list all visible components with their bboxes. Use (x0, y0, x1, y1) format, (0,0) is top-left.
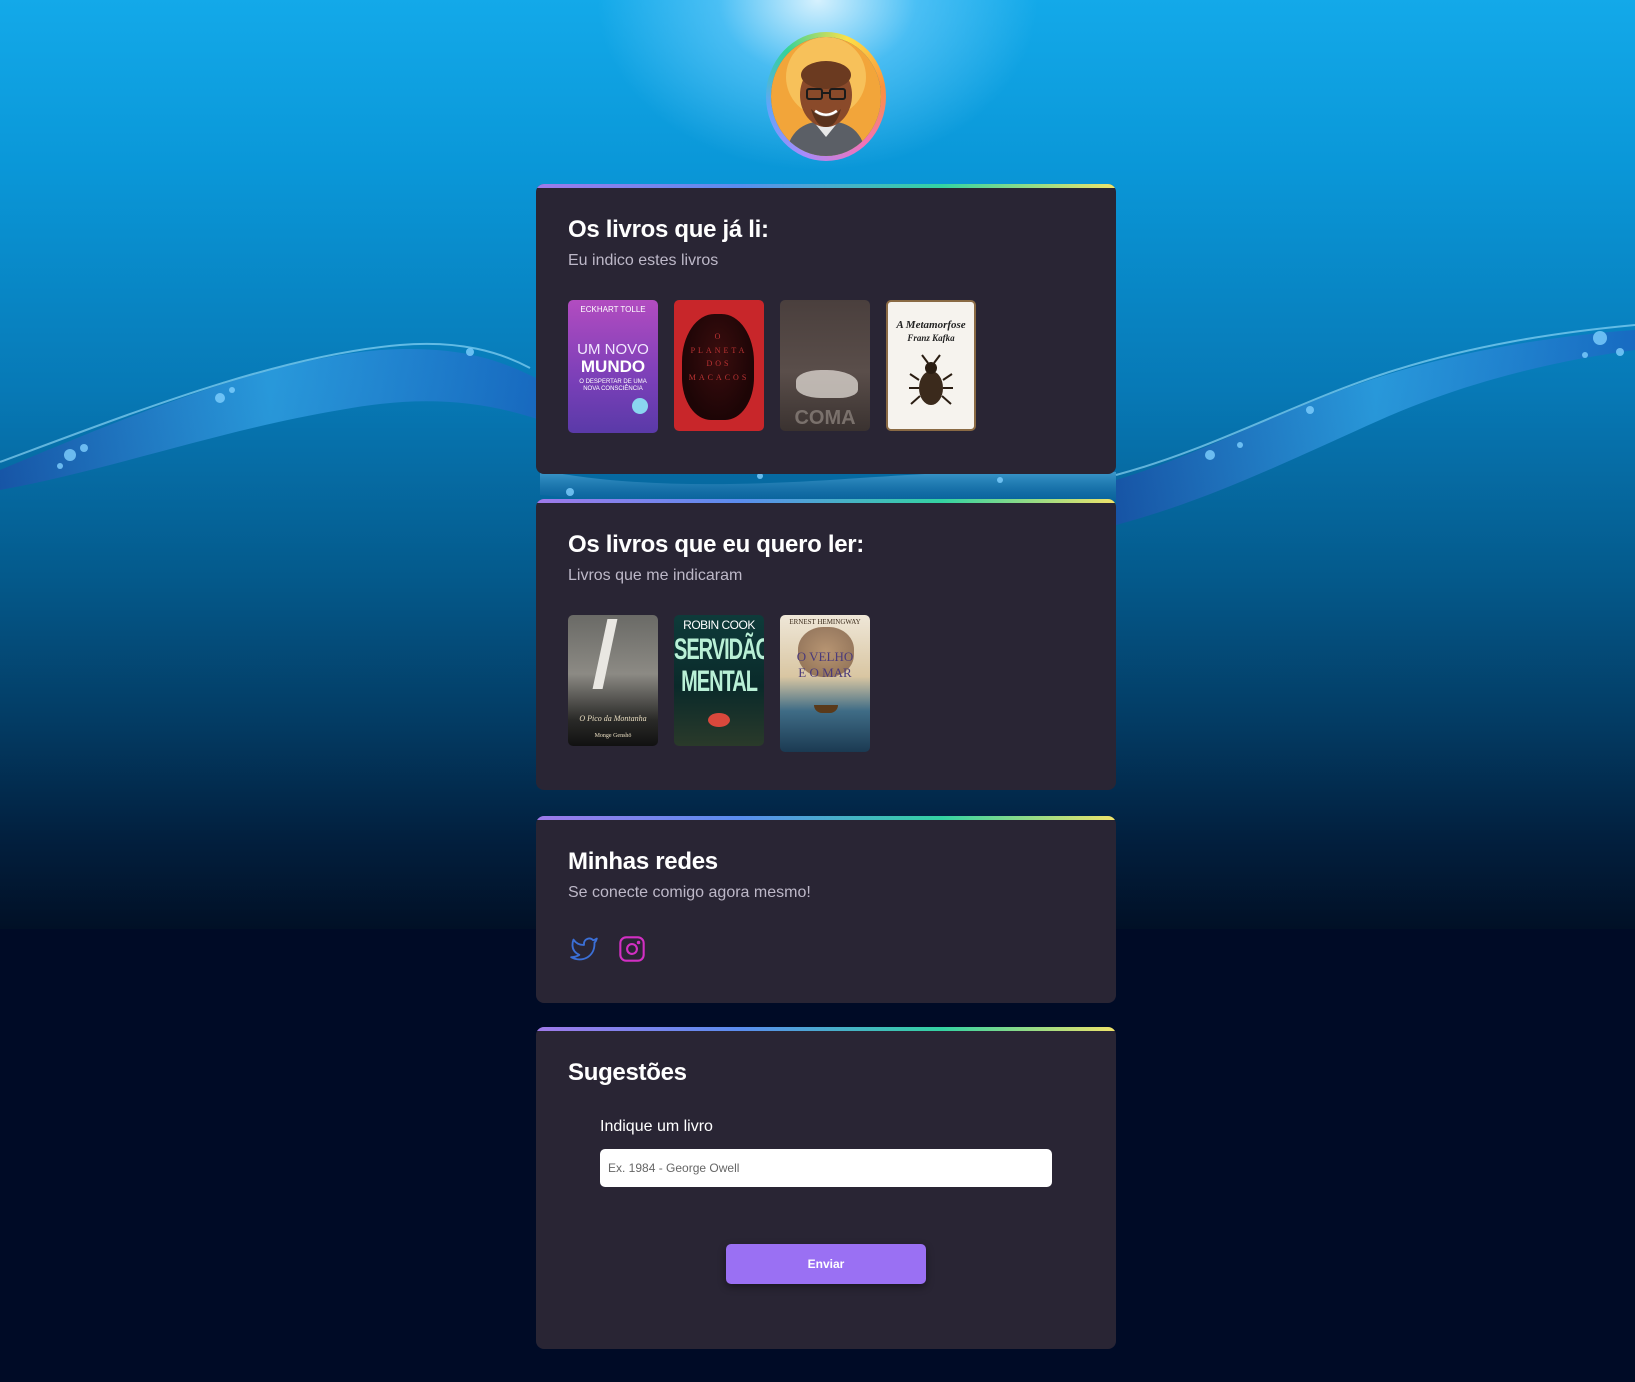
read-books-list: ECKHART TOLLE UM NOVO MUNDO O DESPERTAR … (568, 300, 976, 433)
read-books-subtitle: Eu indico estes livros (568, 252, 719, 269)
book-title: COMA (794, 407, 856, 429)
book-title-line: SERVIDÃO (674, 633, 764, 667)
book-title-line: MUNDO (580, 357, 646, 376)
boat-icon (814, 705, 838, 713)
social-title: Minhas redes (568, 848, 718, 875)
book-title: O PLANETA DOS MACACOS (688, 332, 750, 382)
book-title-line: UM NOVO (577, 341, 649, 358)
book-author: ERNEST HEMINGWAY (789, 618, 861, 626)
book-author: ECKHART TOLLE (580, 305, 646, 314)
send-button[interactable]: Enviar (726, 1244, 926, 1284)
book-author: ROBIN COOK (683, 618, 755, 632)
book-title: A Metamorfose (896, 319, 966, 331)
book-title: O Pico da Montanha (579, 714, 647, 723)
suggestions-title: Sugestões (568, 1059, 687, 1086)
book-title-line: E O MAR (798, 665, 852, 680)
avatar (766, 32, 886, 161)
book-cover-um-novo-mundo[interactable]: ECKHART TOLLE UM NOVO MUNDO O DESPERTAR … (568, 300, 658, 433)
body-figure-icon (796, 370, 858, 398)
want-books-list: O Pico da Montanha Monge Genshö ROBIN CO… (568, 615, 870, 752)
want-books-title: Os livros que eu quero ler: (568, 531, 864, 558)
instagram-icon[interactable] (616, 933, 648, 965)
book-sun-icon (632, 398, 648, 414)
book-author: Franz Kafka (907, 333, 955, 343)
brain-icon (708, 713, 730, 727)
book-cover-planeta-dos-macacos[interactable]: O PLANETA DOS MACACOS (674, 300, 764, 431)
book-cover-o-pico-da-montanha[interactable]: O Pico da Montanha Monge Genshö (568, 615, 658, 746)
want-books-subtitle: Livros que me indicaram (568, 567, 743, 584)
book-suggestion-input[interactable] (600, 1149, 1052, 1187)
social-card: Minhas redes Se conecte comigo agora mes… (536, 816, 1116, 1003)
beetle-icon (909, 354, 953, 405)
book-author: Monge Genshö (594, 733, 632, 739)
read-books-card: Os livros que já li: Eu indico estes liv… (536, 184, 1116, 474)
social-subtitle: Se conecte comigo agora mesmo! (568, 884, 811, 901)
book-title-line: MENTAL (681, 665, 758, 699)
book-title-line: O VELHO (796, 649, 854, 664)
book-cover-servidao-mental[interactable]: ROBIN COOK SERVIDÃO MENTAL (674, 615, 764, 746)
want-books-card: Os livros que eu quero ler: Livros que m… (536, 499, 1116, 790)
read-books-title: Os livros que já li: (568, 216, 769, 243)
suggestions-card: Sugestões Indique um livro Enviar (536, 1027, 1116, 1349)
book-cover-a-metamorfose[interactable]: A Metamorfose Franz Kafka (886, 300, 976, 431)
twitter-icon[interactable] (568, 933, 600, 965)
book-suggestion-label: Indique um livro (600, 1118, 713, 1135)
runner-legs-icon (592, 619, 618, 689)
book-cover-coma[interactable]: COMA (780, 300, 870, 431)
book-cover-o-velho-e-o-mar[interactable]: ERNEST HEMINGWAY O VELHO E O MAR (780, 615, 870, 752)
social-links (568, 933, 648, 965)
profile-portrait-icon (771, 37, 881, 156)
book-tagline: O DESPERTAR DE UMA NOVA CONSCIÊNCIA (579, 379, 647, 393)
